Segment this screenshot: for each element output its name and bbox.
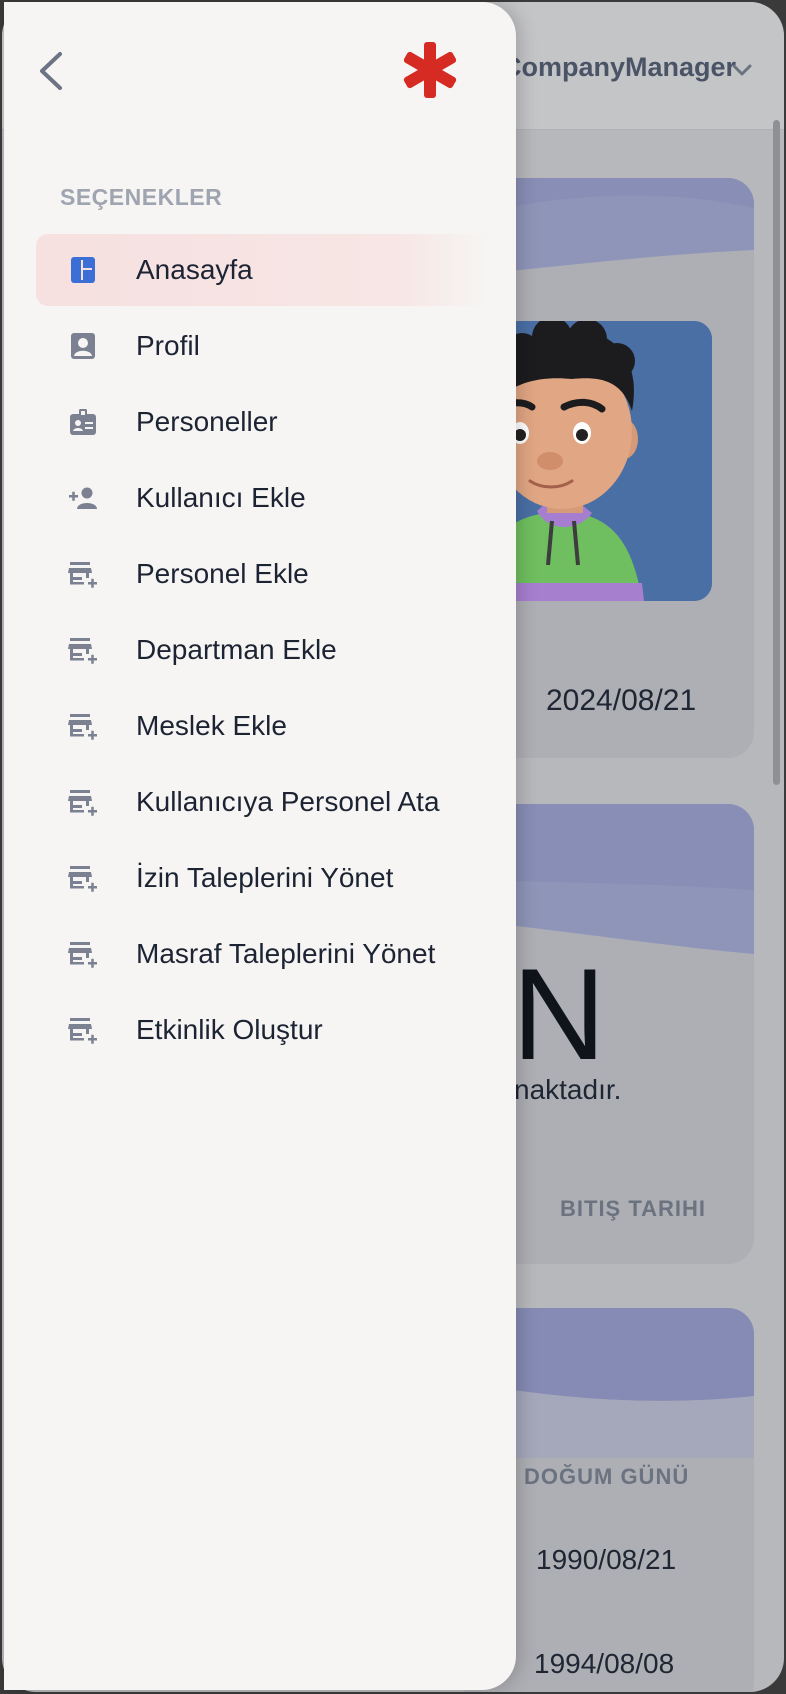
store-add-icon: [68, 714, 97, 740]
dashboard-icon: [71, 257, 95, 283]
column-header: BITIŞ TARIHI: [560, 1196, 707, 1221]
menu-item-personeller[interactable]: Personeller: [36, 386, 488, 458]
store-add-icon: [68, 1018, 97, 1044]
menu-item-label: Departman Ekle: [136, 634, 337, 665]
menu-item-masraf-talepleri[interactable]: Masraf Taleplerini Yönet: [36, 918, 488, 990]
menu-item-label: Anasayfa: [136, 254, 253, 285]
side-drawer: SEÇENEKLER Anasayfa Profil Personeller K…: [4, 2, 516, 1690]
store-add-icon: [68, 638, 97, 664]
card-subtitle: naktadır.: [514, 1074, 622, 1105]
scrollbar[interactable]: [773, 120, 780, 785]
menu-item-departman-ekle[interactable]: Departman Ekle: [36, 614, 488, 686]
menu-item-label: Meslek Ekle: [136, 710, 287, 741]
store-add-icon: [68, 790, 97, 816]
menu-item-profil[interactable]: Profil: [36, 310, 488, 382]
menu-item-label: Masraf Taleplerini Yönet: [136, 938, 436, 969]
logo-asterisk-icon: [403, 42, 457, 98]
birthday-date: 1994/08/08: [534, 1648, 675, 1679]
card-big-text: N: [512, 941, 606, 1087]
section-label: SEÇENEKLER: [60, 184, 223, 210]
avatar: [482, 321, 712, 601]
menu-item-izin-talepleri[interactable]: İzin Taleplerini Yönet: [36, 842, 488, 914]
menu-item-label: Personel Ekle: [136, 558, 309, 589]
menu-item-label: İzin Taleplerini Yönet: [136, 862, 394, 893]
card-date: 2024/08/21: [546, 684, 697, 717]
menu-item-kullaniciya-personel-ata[interactable]: Kullanıcıya Personel Ata: [36, 766, 488, 838]
menu-item-label: Kullanıcı Ekle: [136, 482, 306, 513]
menu-item-label: Personeller: [136, 406, 278, 437]
menu-item-label: Profil: [136, 330, 200, 361]
menu-item-label: Kullanıcıya Personel Ata: [136, 786, 440, 817]
menu-item-meslek-ekle[interactable]: Meslek Ekle: [36, 690, 488, 762]
menu-item-label: Etkinlik Oluştur: [136, 1014, 323, 1045]
menu-item-personel-ekle[interactable]: Personel Ekle: [36, 538, 488, 610]
store-add-icon: [68, 942, 97, 968]
back-arrow-icon[interactable]: [34, 48, 68, 94]
menu-item-anasayfa[interactable]: Anasayfa: [36, 234, 488, 306]
user-menu-name[interactable]: CompanyManager: [502, 52, 736, 83]
badge-icon: [70, 409, 96, 435]
birthday-date: 1990/08/21: [536, 1544, 677, 1575]
person-add-icon: [69, 487, 97, 509]
column-header: DOĞUM GÜNÜ: [524, 1464, 690, 1489]
drawer-menu: Anasayfa Profil Personeller Kullanıcı Ek…: [36, 234, 488, 1070]
profile-icon: [71, 333, 95, 359]
store-add-icon: [68, 562, 97, 588]
menu-item-etkinlik-olustur[interactable]: Etkinlik Oluştur: [36, 994, 488, 1066]
chevron-down-icon[interactable]: [730, 60, 754, 80]
menu-item-kullanici-ekle[interactable]: Kullanıcı Ekle: [36, 462, 488, 534]
store-add-icon: [68, 866, 97, 892]
